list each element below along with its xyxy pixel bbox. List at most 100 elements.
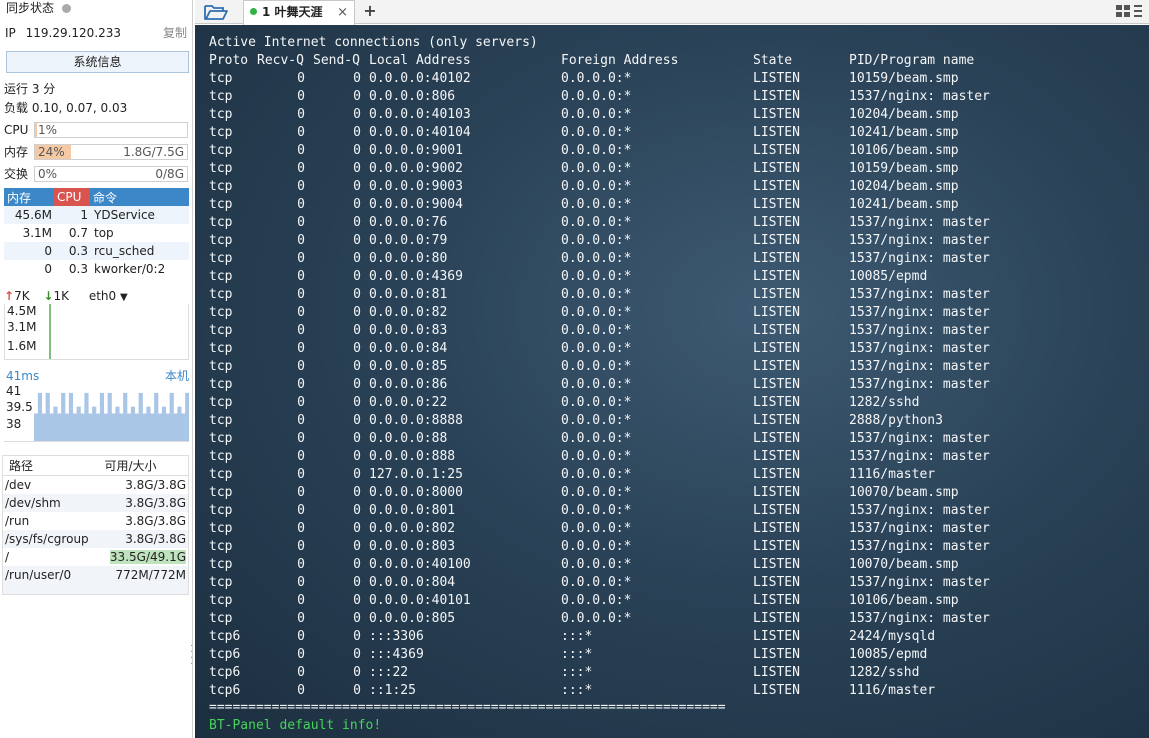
latency-scale-mid: 39.5 [6, 400, 33, 414]
process-header-cpu[interactable]: CPU [54, 188, 90, 206]
conn-proto: tcp [209, 557, 233, 572]
conn-state: LISTEN [753, 107, 800, 122]
conn-state: LISTEN [753, 449, 800, 464]
latency-bar [88, 413, 93, 441]
folder-open-icon[interactable] [203, 2, 229, 22]
conn-recv-q: 0 [297, 71, 305, 86]
grid-icon[interactable] [1115, 3, 1143, 20]
disk-header-path: 路径 [2, 455, 99, 476]
network-interface-select[interactable]: eth0 ▼ [89, 289, 128, 303]
conn-program: 1537/nginx: master [849, 449, 990, 464]
disk-row[interactable]: /run 3.8G/3.8G [3, 512, 189, 530]
conn-foreign-address: 0.0.0.0:* [561, 485, 632, 500]
conn-recv-q: 0 [297, 341, 305, 356]
disk-header-size: 可用/大小 [98, 455, 189, 476]
tab-session-1[interactable]: 1 叶舞天涯 × [243, 0, 355, 25]
conn-state: LISTEN [753, 359, 800, 374]
latency-bar [134, 413, 139, 441]
terminal[interactable]: Active Internet connections (only server… [195, 25, 1149, 738]
conn-send-q: 0 [353, 359, 361, 374]
conn-state: LISTEN [753, 431, 800, 446]
latency-bar [138, 392, 143, 441]
connection-row: tcp 0 0 0.0.0.0:9002 0.0.0.0:* LISTEN 10159/be… [209, 160, 1129, 178]
memory-meter-label: 内存 [4, 145, 29, 159]
conn-foreign-address: 0.0.0.0:* [561, 323, 632, 338]
connection-row: tcp 0 0 0.0.0.0:9004 0.0.0.0:* LISTEN 10241/be… [209, 196, 1129, 214]
terminal-header-row: Proto Recv-Q Send-Q Local Address Foreig… [209, 52, 1129, 70]
conn-recv-q: 0 [297, 449, 305, 464]
process-header-command[interactable]: 命令 [90, 188, 189, 206]
connection-row: tcp 0 0 0.0.0.0:40102 0.0.0.0:* LISTEN 10159/b… [209, 70, 1129, 88]
conn-send-q: 0 [353, 647, 361, 662]
conn-recv-q: 0 [297, 89, 305, 104]
conn-local-address: 0.0.0.0:79 [369, 233, 448, 248]
conn-recv-q: 0 [297, 305, 305, 320]
close-icon[interactable]: × [337, 1, 348, 24]
connection-row: tcp6 0 0:::22:::* LISTEN 1282/sshd [209, 664, 1129, 682]
conn-proto: tcp [209, 89, 233, 104]
disk-path: / [5, 550, 10, 564]
latency-bar [68, 392, 74, 441]
conn-send-q: 0 [353, 179, 361, 194]
latency-bar [111, 413, 116, 441]
conn-state: LISTEN [753, 485, 800, 500]
conn-state: LISTEN [753, 611, 800, 626]
disk-row[interactable]: /dev/shm 3.8G/3.8G [2, 494, 189, 512]
process-memory: 0 [4, 242, 54, 260]
process-memory: 3.1M [22, 226, 52, 240]
panel-splitter-handle[interactable]: · · · · [190, 642, 193, 670]
disk-row[interactable]: /dev 3.8G/3.8G [3, 476, 189, 495]
conn-state: LISTEN [753, 539, 800, 554]
latency-target[interactable]: 本机 [165, 368, 189, 384]
header-state: State [753, 53, 793, 68]
conn-state: LISTEN [753, 593, 800, 608]
conn-send-q: 0 [353, 287, 361, 302]
conn-state: LISTEN [753, 89, 800, 104]
conn-program: 1537/nginx: master [849, 575, 990, 590]
conn-local-address: 0.0.0.0:40101 [369, 593, 471, 608]
conn-recv-q: 0 [297, 251, 305, 266]
arrow-down-icon: ↓ [43, 289, 54, 303]
conn-recv-q: 0 [297, 287, 305, 302]
conn-local-address: 0.0.0.0:83 [369, 323, 448, 338]
conn-state: LISTEN [753, 323, 800, 338]
plus-icon[interactable]: + [361, 0, 379, 24]
conn-program: 1537/nginx: master [849, 521, 990, 536]
uptime: 运行 3 分 [4, 82, 56, 96]
header-proto: Proto [209, 53, 249, 68]
process-header-memory[interactable]: 内存 [4, 188, 54, 206]
sync-status[interactable]: 同步状态 [6, 0, 72, 16]
cpu-percent: 1% [38, 123, 58, 137]
disk-row[interactable]: / 33.5G/49.1G [3, 548, 189, 566]
conn-recv-q: 0 [297, 233, 305, 248]
system-info-button[interactable]: 系统信息 [6, 51, 189, 73]
conn-program: 10106/beam.smp [849, 143, 959, 158]
conn-send-q: 0 [353, 197, 361, 212]
disk-row[interactable]: /sys/fs/cgroup 3.8G/3.8G [2, 530, 189, 548]
conn-local-address: 0.0.0.0:802 [369, 521, 456, 536]
conn-local-address: 0.0.0.0:40100 [369, 557, 471, 572]
conn-send-q: 0 [353, 665, 361, 680]
conn-proto: tcp [209, 395, 233, 410]
conn-program: 1282/sshd [849, 665, 920, 680]
conn-local-address: 0.0.0.0:40103 [369, 107, 471, 122]
conn-program: 10241/beam.smp [849, 125, 959, 140]
connection-row: tcp 0 0 0.0.0.0:40104 0.0.0.0:* LISTEN 10241/b… [209, 124, 1129, 142]
disk-row[interactable]: /run/user/0 772M/772M [2, 566, 189, 594]
conn-proto: tcp [209, 269, 233, 284]
conn-send-q: 0 [353, 485, 361, 500]
conn-state: LISTEN [753, 125, 800, 140]
conn-state: LISTEN [753, 179, 800, 194]
latency-bar [177, 406, 182, 441]
copy-ip-link[interactable]: 复制 [163, 24, 187, 42]
conn-local-address: 0.0.0.0:804 [369, 575, 456, 590]
conn-state: LISTEN [753, 287, 800, 302]
conn-program: 10204/beam.smp [849, 179, 959, 194]
tab-bar: 1 叶舞天涯 × + [195, 0, 1149, 25]
conn-local-address: 127.0.0.1:25 [369, 467, 463, 482]
latency-bar [127, 413, 132, 441]
terminal-footer-line: BT-Panel default info! [209, 718, 382, 733]
conn-foreign-address: 0.0.0.0:* [561, 287, 632, 302]
latency-bar [119, 413, 124, 441]
conn-program: 10070/beam.smp [849, 557, 959, 572]
